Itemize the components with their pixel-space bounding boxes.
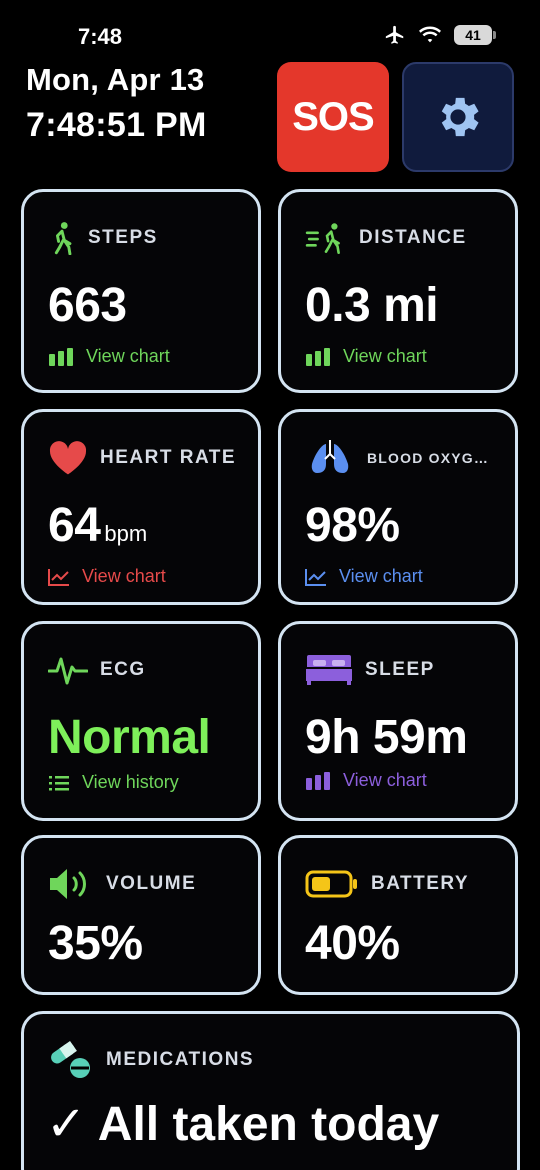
gear-icon: [441, 97, 479, 137]
medications-value: ✓ All taken today: [46, 1098, 440, 1151]
bar-chart-icon: [306, 347, 330, 366]
date-label: Mon, Apr 13: [26, 62, 205, 97]
steps-card[interactable]: STEPS 663 View chart: [21, 189, 261, 393]
battery-level: 41: [465, 27, 481, 43]
volume-value: 35%: [48, 917, 143, 970]
header: Mon, Apr 13 7:48:51 PM: [26, 62, 207, 145]
ecg-card[interactable]: ECG Normal View history: [21, 621, 261, 821]
distance-value: 0.3 mi: [305, 279, 439, 332]
settings-button[interactable]: [402, 62, 514, 172]
volume-title: VOLUME: [106, 873, 197, 894]
waveform-icon: [48, 657, 88, 685]
status-bar: 7:48 41: [0, 0, 540, 62]
battery-header: BATTERY: [305, 866, 469, 902]
bar-chart-icon: [306, 771, 330, 790]
heart-rate-value: 64 bpm: [48, 498, 147, 553]
list-icon: [49, 775, 69, 790]
wifi-icon: [419, 26, 441, 43]
heart-rate-header: HEART RATE: [48, 440, 236, 476]
blood-oxygen-header: BLOOD OXYG…: [305, 440, 489, 476]
ecg-view-history-link[interactable]: View history: [48, 772, 179, 793]
walking-icon: [54, 222, 72, 255]
battery-value: 40%: [305, 917, 400, 970]
steps-value: 663: [48, 279, 127, 332]
distance-card[interactable]: DISTANCE 0.3 mi View chart: [278, 189, 518, 393]
ecg-value: Normal: [48, 711, 211, 764]
distance-title: DISTANCE: [359, 227, 467, 248]
blood-oxygen-value: 98%: [305, 499, 400, 552]
heart-rate-card[interactable]: HEART RATE 64 bpm View chart: [21, 409, 261, 605]
airplane-icon: [385, 25, 404, 44]
running-icon: [305, 223, 340, 255]
medications-header: MEDICATIONS: [48, 1041, 255, 1078]
clock-label: 7:48:51 PM: [26, 106, 207, 144]
distance-link-label: View chart: [343, 346, 427, 366]
line-chart-icon: [48, 568, 69, 586]
heart-rate-link-label: View chart: [82, 566, 166, 586]
steps-view-chart-link[interactable]: View chart: [48, 346, 170, 367]
ecg-link-label: View history: [82, 772, 179, 792]
medications-title: MEDICATIONS: [106, 1049, 255, 1070]
lungs-icon: [311, 440, 349, 473]
heart-rate-number: 64: [48, 499, 101, 552]
status-time: 7:48: [78, 24, 123, 49]
battery-icon: 41: [454, 25, 496, 45]
sleep-link-label: View chart: [343, 770, 427, 790]
blood-oxygen-title: BLOOD OXYG…: [367, 450, 490, 466]
sleep-card[interactable]: SLEEP 9h 59m View chart: [278, 621, 518, 821]
sleep-header: SLEEP: [305, 652, 435, 688]
ecg-title: ECG: [100, 659, 146, 680]
distance-header: DISTANCE: [305, 220, 467, 256]
volume-card[interactable]: VOLUME 35%: [21, 835, 261, 995]
sleep-view-chart-link[interactable]: View chart: [305, 770, 427, 791]
blood-oxygen-card[interactable]: BLOOD OXYG… 98% View chart: [278, 409, 518, 605]
steps-title: STEPS: [88, 227, 158, 248]
distance-view-chart-link[interactable]: View chart: [305, 346, 427, 367]
heart-rate-unit: bpm: [104, 521, 148, 546]
bed-icon: [306, 655, 352, 685]
status-icons: 41: [384, 24, 496, 46]
ecg-header: ECG: [48, 652, 146, 688]
battery-icon: [305, 870, 357, 898]
line-chart-icon: [305, 568, 326, 586]
sleep-value: 9h 59m: [305, 711, 468, 764]
battery-title: BATTERY: [371, 873, 470, 894]
speaker-icon: [50, 869, 86, 899]
blood-oxygen-view-chart-link[interactable]: View chart: [305, 566, 423, 587]
medications-card[interactable]: MEDICATIONS ✓ All taken today: [21, 1011, 520, 1170]
steps-link-label: View chart: [86, 346, 170, 366]
volume-header: VOLUME: [48, 866, 196, 902]
bar-chart-icon: [49, 347, 73, 366]
pills-icon: [51, 1041, 90, 1078]
sos-button[interactable]: SOS: [277, 62, 389, 172]
battery-card[interactable]: BATTERY 40%: [278, 835, 518, 995]
steps-header: STEPS: [48, 220, 158, 256]
heart-rate-title: HEART RATE: [100, 447, 237, 468]
heart-rate-view-chart-link[interactable]: View chart: [48, 566, 166, 587]
heart-icon: [49, 441, 87, 475]
sleep-title: SLEEP: [365, 659, 435, 680]
blood-oxygen-link-label: View chart: [339, 566, 423, 586]
